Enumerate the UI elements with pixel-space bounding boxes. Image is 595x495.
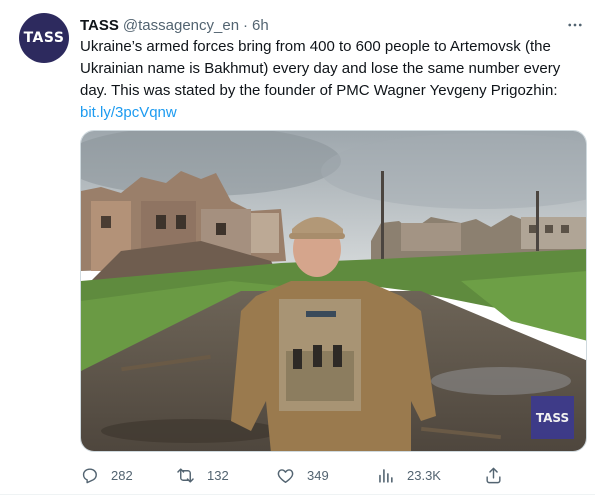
separator-dot: · <box>243 16 249 34</box>
tweet-video[interactable]: TASS <box>80 130 587 452</box>
author-name[interactable]: TASS <box>80 17 119 34</box>
video-frame <box>81 131 586 451</box>
heart-icon <box>277 468 294 483</box>
more-button[interactable] <box>560 12 590 38</box>
retweet-button[interactable]: 132 <box>176 462 229 488</box>
views-button[interactable]: 23.3K <box>376 462 441 488</box>
tweet-header: TASS @tassagency_en · 6h <box>80 15 269 35</box>
views-count: 23.3K <box>407 467 441 483</box>
avatar-logo-text: TASS <box>23 30 65 46</box>
tweet-text: Ukraine’s armed forces bring from 400 to… <box>80 36 585 124</box>
views-chart-icon <box>379 468 393 483</box>
reply-count: 282 <box>111 467 133 483</box>
retweet-icon <box>177 467 194 483</box>
tweet-timestamp[interactable]: 6h <box>252 17 269 34</box>
reply-button[interactable]: 282 <box>80 462 133 488</box>
tweet-card[interactable]: TASS TASS @tassagency_en · 6h Ukraine’s … <box>0 0 595 495</box>
share-icon <box>486 467 501 483</box>
like-button[interactable]: 349 <box>276 462 329 488</box>
tass-watermark: TASS <box>531 396 574 439</box>
tweet-link[interactable]: bit.ly/3pcVqnw <box>80 104 177 121</box>
like-count: 349 <box>307 467 329 483</box>
more-horizontal-icon <box>568 23 582 27</box>
retweet-count: 132 <box>207 467 229 483</box>
action-bar: 282 132 349 23.3K <box>76 462 591 488</box>
tweet-body: Ukraine’s armed forces bring from 400 to… <box>80 38 561 99</box>
share-button[interactable] <box>484 462 503 488</box>
reply-icon <box>82 467 97 483</box>
author-handle[interactable]: @tassagency_en <box>123 17 239 34</box>
watermark-text: TASS <box>535 410 570 425</box>
avatar[interactable]: TASS <box>19 13 69 63</box>
